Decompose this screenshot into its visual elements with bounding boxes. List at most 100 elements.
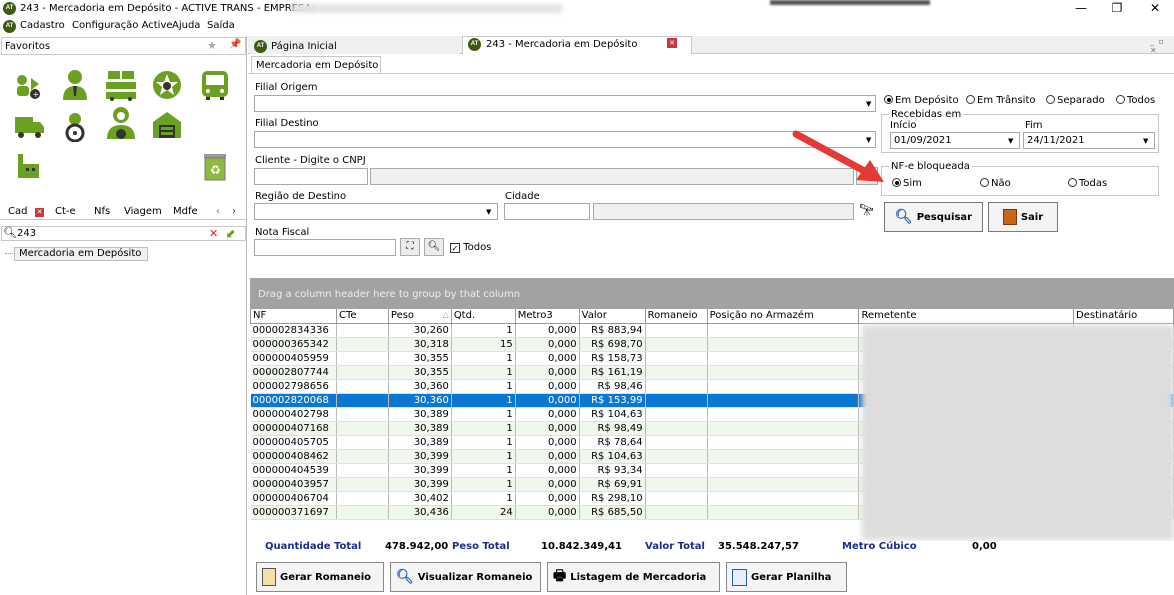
cell-peso: 30,399 <box>388 463 452 478</box>
cell-posicao <box>707 463 860 478</box>
status-em-deposito[interactable]: Em Depósito <box>884 95 959 106</box>
minimize-button[interactable]: — <box>1064 0 1098 18</box>
gerar-romaneio-button[interactable]: Gerar Romaneio <box>256 562 384 592</box>
cell-qtd: 1 <box>451 323 516 338</box>
cell-romaneio <box>645 379 708 394</box>
status-todos[interactable]: Todos <box>1116 95 1155 106</box>
tab-cte[interactable]: Ct-e <box>55 206 76 217</box>
inicio-date-input[interactable]: 01/09/2021 <box>890 132 1020 149</box>
cell-metro3: 0,000 <box>515 407 580 422</box>
cell-valor: R$ 153,99 <box>579 393 646 408</box>
cell-metro3: 0,000 <box>515 491 580 506</box>
cell-nf: 000000405959 <box>250 351 337 366</box>
cell-cte <box>336 323 389 338</box>
filial-origem-select[interactable] <box>254 95 876 112</box>
inicio-value: 01/09/2021 <box>894 135 952 146</box>
factory-icon[interactable] <box>12 150 46 180</box>
chevron-down-icon[interactable]: ▼ <box>866 100 871 108</box>
fim-label: Fim <box>1025 120 1043 131</box>
visualizar-romaneio-button[interactable]: 🔍︎ Visualizar Romaneio <box>390 562 541 592</box>
col-posicao[interactable]: Posição no Armazém <box>706 309 860 324</box>
star-icon[interactable]: ★ <box>207 39 217 52</box>
app-logo-icon: AT <box>3 2 16 15</box>
cidade-name-field <box>593 203 854 220</box>
close-icon[interactable]: ✕ <box>35 208 44 217</box>
status-label: Separado <box>1057 95 1105 106</box>
radio-selected-icon <box>892 178 901 187</box>
menu-saida[interactable]: Saída <box>207 20 235 31</box>
truck-add-icon[interactable]: + <box>12 72 46 102</box>
regiao-select[interactable] <box>254 203 498 220</box>
subtab-mercadoria[interactable]: Mercadoria em Depósito <box>251 56 381 73</box>
go-arrow-icon[interactable]: ⬋ <box>226 226 236 240</box>
window-title: 243 - Mercadoria em Depósito - ACTIVE TR… <box>20 3 315 14</box>
clear-search-icon[interactable]: ✕ <box>209 227 218 240</box>
tab-mdfe[interactable]: Mdfe <box>173 206 198 217</box>
cell-qtd: 1 <box>451 393 516 408</box>
tab-nfs[interactable]: Nfs <box>94 206 110 217</box>
nfe-todas[interactable]: Todas <box>1068 178 1107 189</box>
col-romaneio[interactable]: Romaneio <box>644 309 708 324</box>
cell-nf: 000000404539 <box>250 463 337 478</box>
col-peso[interactable]: Peso △ <box>387 309 452 324</box>
warehouse-icon[interactable] <box>150 110 184 140</box>
recycle-bin-icon[interactable]: ♻ <box>198 152 232 182</box>
close-button[interactable]: ✕ <box>1138 0 1172 18</box>
nota-fiscal-input[interactable] <box>254 239 396 256</box>
fleet-icon[interactable] <box>104 70 138 101</box>
col-valor[interactable]: Valor <box>578 309 646 324</box>
driver-badge-icon[interactable] <box>150 70 184 100</box>
menu-ajuda[interactable]: Ajuda <box>172 20 200 31</box>
menu-cadastro[interactable]: Cadastro <box>20 20 65 31</box>
col-nf[interactable]: NF <box>250 309 337 324</box>
nfe-option-label: Sim <box>903 178 922 189</box>
sair-button[interactable]: Sair <box>988 202 1058 232</box>
search-icon[interactable]: 🔍︎ <box>424 238 444 256</box>
group-by-bar[interactable]: Drag a column header here to group by th… <box>250 278 1174 309</box>
chevron-down-icon[interactable]: ▼ <box>1008 137 1013 145</box>
fim-date-input[interactable]: 24/11/2021 <box>1023 132 1155 149</box>
listagem-mercadoria-button[interactable]: 🖶 Listagem de Mercadoria <box>547 562 720 592</box>
bus-icon[interactable] <box>198 70 232 100</box>
tab-viagem[interactable]: Viagem <box>124 206 162 217</box>
pin-icon[interactable]: 📌 <box>229 39 241 50</box>
chevron-down-icon[interactable]: ▼ <box>1143 137 1148 145</box>
col-destinatario[interactable]: Destinatário <box>1073 309 1174 324</box>
menu-configuracao[interactable]: Configuração Active <box>72 20 173 31</box>
tab-scroll-right-icon[interactable]: › <box>232 206 236 217</box>
tab-scroll-left-icon[interactable]: ‹ <box>216 206 220 217</box>
user-icon[interactable] <box>58 70 92 100</box>
driver-icon[interactable] <box>104 107 138 139</box>
col-metro3[interactable]: Metro3 <box>514 309 580 324</box>
delivery-truck-icon[interactable] <box>12 112 46 142</box>
status-em-transito[interactable]: Em Trânsito <box>966 95 1035 106</box>
cell-romaneio <box>645 407 708 422</box>
restore-button[interactable]: ❐ <box>1100 0 1134 18</box>
close-tab-icon[interactable]: ✕ <box>667 38 677 48</box>
col-cte[interactable]: CTe <box>335 309 389 324</box>
col-remetente[interactable]: Remetente <box>858 309 1075 324</box>
status-separado[interactable]: Separado <box>1046 95 1105 106</box>
cell-peso: 30,436 <box>388 505 452 520</box>
cidade-input[interactable] <box>504 203 590 220</box>
filial-origem-label: Filial Origem <box>255 82 318 93</box>
pesquisar-button[interactable]: 🔍︎ Pesquisar <box>884 202 983 232</box>
tree-item-mercadoria[interactable]: Mercadoria em Depósito <box>14 247 148 261</box>
nfe-nao[interactable]: Não <box>980 178 1011 189</box>
tab-cad[interactable]: Cad <box>8 206 27 217</box>
cliente-cnpj-input[interactable] <box>254 168 368 185</box>
binoculars-icon[interactable]: ⛶ <box>400 238 420 256</box>
binoculars-icon[interactable]: 🔭︎ <box>859 203 874 217</box>
gerar-planilha-button[interactable]: Gerar Planilha <box>726 562 847 592</box>
gerar-romaneio-label: Gerar Romaneio <box>280 571 372 583</box>
steering-user-icon[interactable] <box>58 112 92 142</box>
valor-total-label: Valor Total <box>645 541 705 552</box>
cell-peso: 30,260 <box>388 323 452 338</box>
chevron-down-icon[interactable]: ▼ <box>486 208 491 216</box>
todos-checkbox[interactable]: ✓ Todos <box>450 242 491 253</box>
nfe-sim[interactable]: Sim <box>892 178 922 189</box>
col-qtd[interactable]: Qtd. <box>450 309 516 324</box>
cell-valor: R$ 78,64 <box>579 435 646 450</box>
mdi-controls-icon[interactable]: _ ▫ ✕ <box>1150 37 1174 55</box>
filial-destino-select[interactable] <box>254 131 876 148</box>
